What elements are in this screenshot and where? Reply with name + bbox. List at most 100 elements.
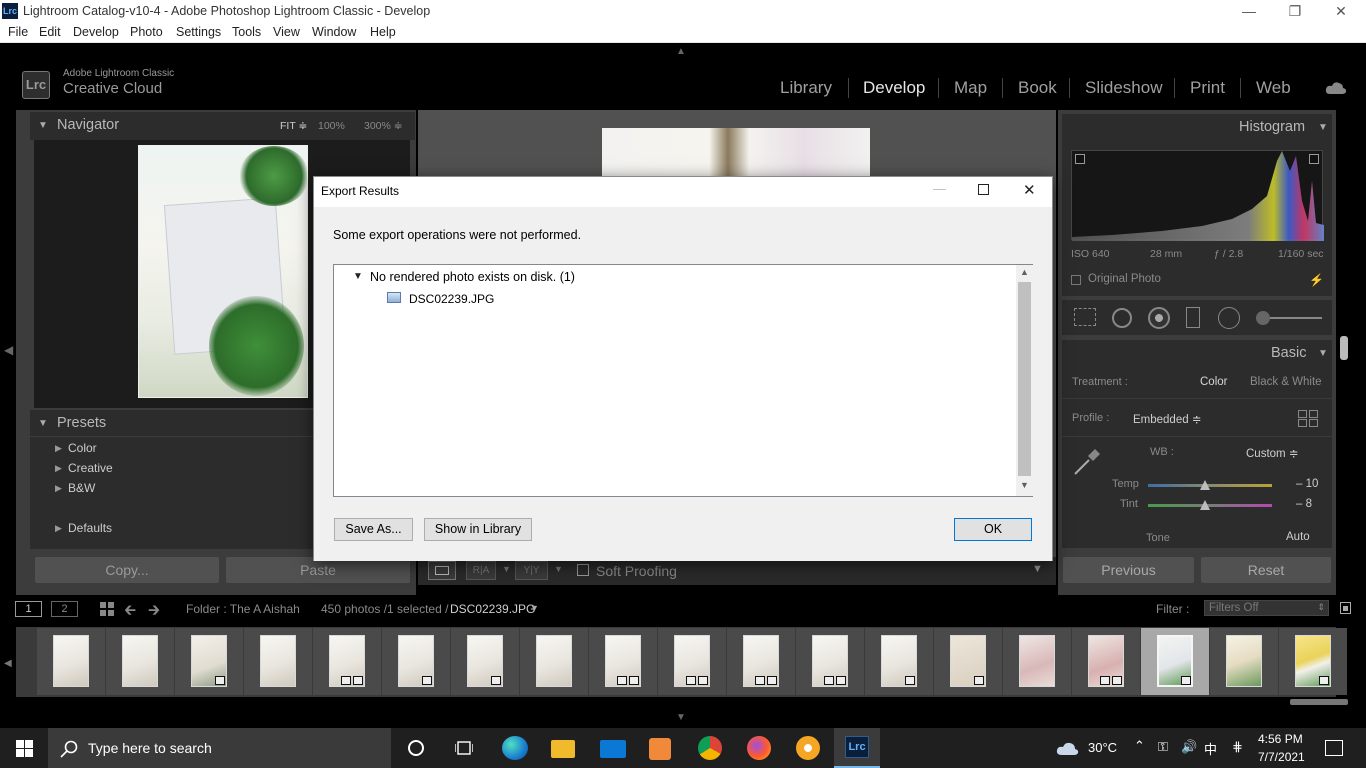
- forward-arrow-icon[interactable]: 🡲: [148, 600, 160, 625]
- expand-icon[interactable]: ▶: [55, 463, 62, 474]
- selected-filename[interactable]: DSC02239.JPG: [450, 602, 535, 616]
- expand-triangle-icon[interactable]: ▼: [353, 271, 363, 282]
- spot-removal-icon[interactable]: [1112, 308, 1132, 328]
- dialog-maximize-icon[interactable]: [978, 184, 989, 195]
- close-button[interactable]: ✕: [1318, 0, 1364, 22]
- filter-dropdown[interactable]: Filters Off ⇕: [1204, 600, 1329, 616]
- dropdown-icon[interactable]: ▼: [502, 564, 511, 574]
- menu-edit[interactable]: Edit: [39, 25, 61, 39]
- taskbar-search-box[interactable]: Type here to search: [48, 728, 391, 768]
- mail-icon[interactable]: [600, 740, 626, 758]
- wb-dropdown[interactable]: Custom ≑: [1246, 446, 1298, 460]
- left-panel-toggle-icon[interactable]: ◀: [4, 343, 13, 357]
- basic-collapse-icon[interactable]: ▼: [1318, 348, 1328, 359]
- lightning-icon[interactable]: ⚡: [1309, 273, 1324, 287]
- result-file[interactable]: DSC02239.JPG: [409, 292, 494, 306]
- menu-window[interactable]: Window: [312, 25, 356, 39]
- zoom-300[interactable]: 300% ≑: [364, 120, 403, 132]
- temp-value[interactable]: – 10: [1296, 478, 1318, 490]
- firefox-icon[interactable]: [747, 736, 771, 760]
- filmstrip-thumb[interactable]: [1003, 628, 1071, 695]
- tint-value[interactable]: – 8: [1296, 498, 1312, 510]
- dialog-close-icon[interactable]: ✕: [1023, 181, 1036, 199]
- module-web[interactable]: Web: [1256, 78, 1291, 98]
- tone-auto-button[interactable]: Auto: [1286, 531, 1310, 543]
- treatment-bw[interactable]: Black & White: [1250, 376, 1322, 388]
- shadow-clipping-toggle[interactable]: [1075, 154, 1085, 164]
- filmstrip-thumb[interactable]: [37, 628, 105, 695]
- brush-tool-icon[interactable]: [1256, 311, 1322, 325]
- tint-slider[interactable]: [1148, 504, 1272, 507]
- filmstrip-thumb[interactable]: [313, 628, 381, 695]
- chrome-icon[interactable]: [698, 736, 722, 760]
- tree-scroll-thumb[interactable]: [1018, 282, 1031, 476]
- expand-icon[interactable]: ▶: [55, 443, 62, 454]
- filmstrip-thumb[interactable]: [1072, 628, 1140, 695]
- grid-view-icon[interactable]: [100, 602, 114, 616]
- preset-group-creative[interactable]: Creative: [68, 461, 113, 475]
- filmstrip-thumb[interactable]: [520, 628, 588, 695]
- module-develop[interactable]: Develop: [863, 78, 925, 98]
- module-map[interactable]: Map: [954, 78, 987, 98]
- restore-button[interactable]: ❐: [1272, 0, 1318, 22]
- task-view-icon[interactable]: [454, 740, 474, 756]
- secondary-display-button[interactable]: 2: [51, 601, 78, 617]
- loupe-view-button[interactable]: [428, 561, 456, 580]
- wb-eyedropper-icon[interactable]: [1071, 444, 1105, 476]
- save-as-button[interactable]: Save As...: [334, 518, 413, 541]
- filmstrip-thumb[interactable]: [175, 628, 243, 695]
- dialog-minimize-icon[interactable]: —: [933, 181, 946, 196]
- filmstrip-thumb[interactable]: [106, 628, 174, 695]
- module-library[interactable]: Library: [780, 78, 832, 98]
- file-explorer-icon[interactable]: [551, 740, 575, 758]
- original-photo-checkbox[interactable]: [1071, 275, 1081, 285]
- show-in-library-button[interactable]: Show in Library: [424, 518, 532, 541]
- show-hidden-icons[interactable]: ⌃: [1134, 738, 1145, 754]
- tint-slider-thumb[interactable]: [1200, 500, 1210, 510]
- filter-lock-icon[interactable]: [1340, 602, 1351, 614]
- windows-start-icon[interactable]: [16, 740, 33, 757]
- presets-collapse-icon[interactable]: ▼: [38, 418, 48, 429]
- menu-tools[interactable]: Tools: [232, 25, 261, 39]
- taskbar-lightroom-active[interactable]: Lrc: [834, 728, 880, 768]
- zoom-100[interactable]: 100%: [318, 120, 345, 132]
- filmstrip-thumb[interactable]: [934, 628, 1002, 695]
- filmstrip-thumb[interactable]: [451, 628, 519, 695]
- preset-group-color[interactable]: Color: [68, 441, 97, 455]
- edge-icon[interactable]: [502, 736, 528, 760]
- crop-tool-icon[interactable]: [1074, 308, 1096, 326]
- dropdown-icon[interactable]: ▼: [554, 564, 563, 574]
- back-arrow-icon[interactable]: 🡰: [124, 600, 136, 625]
- filmstrip-thumb-selected[interactable]: [1141, 628, 1209, 695]
- module-slideshow[interactable]: Slideshow: [1085, 78, 1163, 98]
- cortana-icon[interactable]: [408, 740, 424, 756]
- scroll-down-icon[interactable]: ▼: [1020, 480, 1029, 490]
- filmstrip-thumb[interactable]: [244, 628, 312, 695]
- histogram-collapse-icon[interactable]: ▼: [1318, 122, 1328, 133]
- ok-button[interactable]: OK: [954, 518, 1032, 541]
- right-scrollbar[interactable]: [1340, 336, 1348, 360]
- module-print[interactable]: Print: [1190, 78, 1225, 98]
- menu-file[interactable]: File: [8, 25, 28, 39]
- highlight-clipping-toggle[interactable]: [1309, 154, 1319, 164]
- before-after-swap-button[interactable]: Y|Y: [515, 561, 548, 580]
- menu-help[interactable]: Help: [370, 25, 396, 39]
- treatment-color[interactable]: Color: [1200, 376, 1227, 388]
- primary-display-button[interactable]: 1: [15, 601, 42, 617]
- profile-browser-icon[interactable]: [1298, 410, 1318, 427]
- graduated-filter-icon[interactable]: [1186, 307, 1200, 328]
- menu-develop[interactable]: Develop: [73, 25, 119, 39]
- profile-dropdown[interactable]: Embedded ≑: [1133, 412, 1201, 426]
- filmstrip-left-icon[interactable]: ◀: [4, 658, 12, 669]
- redeye-icon[interactable]: [1148, 307, 1170, 329]
- filmstrip-thumb[interactable]: [658, 628, 726, 695]
- navigator-collapse-icon[interactable]: ▼: [38, 120, 48, 131]
- cloud-sync-icon[interactable]: [1325, 80, 1347, 96]
- menu-settings[interactable]: Settings: [176, 25, 221, 39]
- preset-group-bw[interactable]: B&W: [68, 481, 95, 495]
- minimize-button[interactable]: —: [1226, 0, 1272, 22]
- navigator-preview-image[interactable]: [138, 145, 308, 398]
- filmstrip-thumb[interactable]: [865, 628, 933, 695]
- filmstrip-thumb[interactable]: [727, 628, 795, 695]
- weather-icon[interactable]: [1056, 740, 1080, 756]
